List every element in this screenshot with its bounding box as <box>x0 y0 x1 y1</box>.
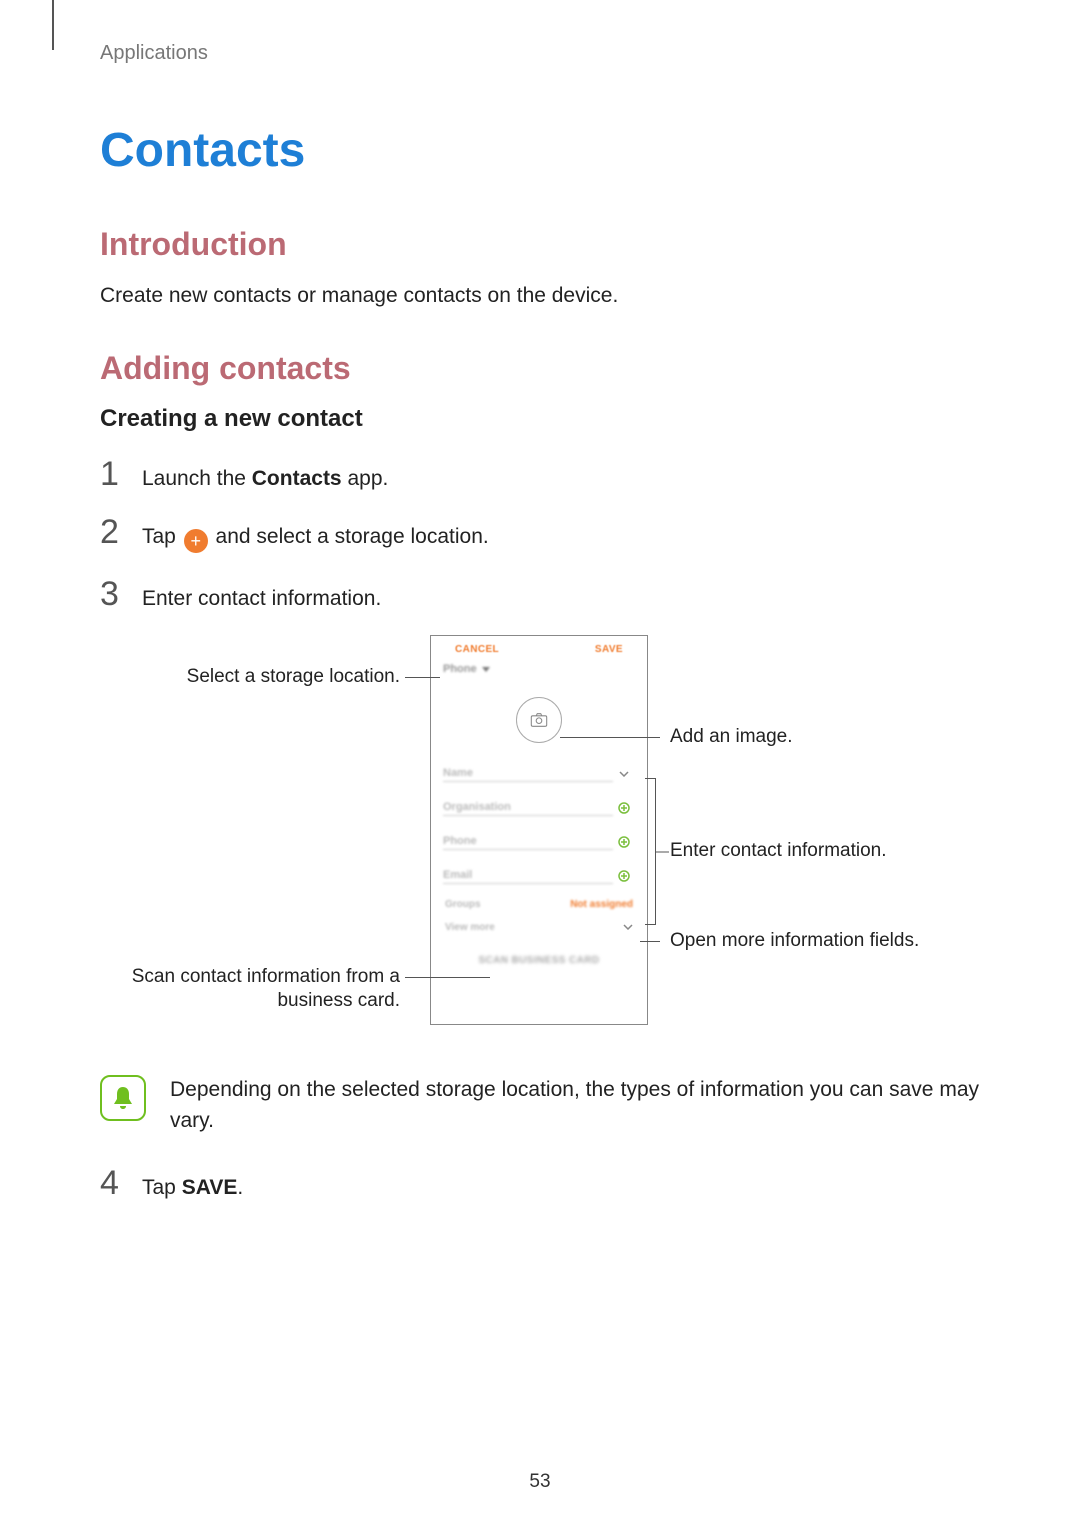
note-text: Depending on the selected storage locati… <box>170 1075 980 1136</box>
step-4: 4 Tap SAVE. <box>100 1166 980 1200</box>
groups-value: Not assigned <box>570 899 633 910</box>
steps-list-cont: 4 Tap SAVE. <box>100 1166 980 1200</box>
step-text: Launch the <box>142 467 252 490</box>
bell-icon <box>111 1085 135 1111</box>
groups-field[interactable]: Groups Not assigned <box>431 893 647 912</box>
phone-mock: CANCEL SAVE Phone Name <box>430 635 648 1025</box>
step-text: . <box>237 1176 243 1199</box>
organisation-field[interactable]: Organisation <box>431 791 647 825</box>
section-introduction: Introduction <box>100 226 980 263</box>
contact-form-diagram: CANCEL SAVE Phone Name <box>110 635 970 1035</box>
camera-icon <box>530 713 548 727</box>
storage-dropdown[interactable]: Phone <box>431 661 647 679</box>
callout-text: Scan contact information from a <box>132 966 400 987</box>
note-icon <box>100 1075 146 1121</box>
app-name: Contacts <box>252 467 342 490</box>
save-button[interactable]: SAVE <box>595 644 623 655</box>
save-label: SAVE <box>182 1176 238 1199</box>
step-text: Tap <box>142 1176 182 1199</box>
view-more-button[interactable]: View more <box>431 912 647 939</box>
step-2: 2 Tap + and select a storage location. <box>100 515 980 553</box>
step-3: 3 Enter contact information. <box>100 577 980 611</box>
add-icon[interactable] <box>613 870 635 882</box>
page-title: Contacts <box>100 123 980 178</box>
callout-line <box>405 977 490 978</box>
callout-bracket <box>645 778 656 925</box>
callout-image: Add an image. <box>670 725 793 749</box>
scan-business-card-button[interactable]: SCAN BUSINESS CARD <box>431 939 647 966</box>
subsection-creating: Creating a new contact <box>100 405 980 433</box>
add-image-button[interactable] <box>516 697 562 743</box>
field-label: Organisation <box>443 801 613 816</box>
field-label: Name <box>443 767 613 782</box>
plus-icon: + <box>184 529 208 553</box>
chevron-down-icon <box>623 922 633 933</box>
section-adding-contacts: Adding contacts <box>100 350 980 387</box>
add-icon[interactable] <box>613 802 635 814</box>
storage-label: Phone <box>443 663 477 675</box>
page-content: Applications Contacts Introduction Creat… <box>0 0 1080 1200</box>
callout-scan: Scan contact information from a business… <box>130 965 400 1013</box>
callout-line <box>405 677 440 678</box>
callout-text: business card. <box>277 990 400 1011</box>
field-label: Phone <box>443 835 613 850</box>
callout-info: Enter contact information. <box>670 839 887 863</box>
step-text: Enter contact information. <box>142 587 381 611</box>
page-number: 53 <box>0 1471 1080 1493</box>
field-label: Groups <box>445 899 481 910</box>
add-icon[interactable] <box>613 836 635 848</box>
step-number: 1 <box>100 457 142 491</box>
note-block: Depending on the selected storage locati… <box>100 1075 980 1136</box>
view-more-label: View more <box>445 922 495 933</box>
callout-line <box>560 737 660 738</box>
step-number: 2 <box>100 515 142 549</box>
step-text: app. <box>342 467 389 490</box>
callout-line <box>640 941 660 942</box>
step-text: and select a storage location. <box>210 525 489 548</box>
chevron-down-icon <box>613 771 635 777</box>
step-1: 1 Launch the Contacts app. <box>100 457 980 491</box>
step-text: Tap <box>142 525 182 548</box>
field-label: Email <box>443 869 613 884</box>
name-field[interactable]: Name <box>431 757 647 791</box>
breadcrumb: Applications <box>100 42 980 65</box>
phone-field[interactable]: Phone <box>431 825 647 859</box>
step-number: 3 <box>100 577 142 611</box>
cancel-button[interactable]: CANCEL <box>455 644 499 655</box>
intro-text: Create new contacts or manage contacts o… <box>100 281 980 310</box>
email-field[interactable]: Email <box>431 859 647 893</box>
chevron-down-icon <box>482 667 490 672</box>
callout-storage: Select a storage location. <box>185 665 400 689</box>
callout-more: Open more information fields. <box>670 929 919 953</box>
steps-list: 1 Launch the Contacts app. 2 Tap + and s… <box>100 457 980 611</box>
page-tick-mark <box>52 0 54 50</box>
step-number: 4 <box>100 1166 142 1200</box>
